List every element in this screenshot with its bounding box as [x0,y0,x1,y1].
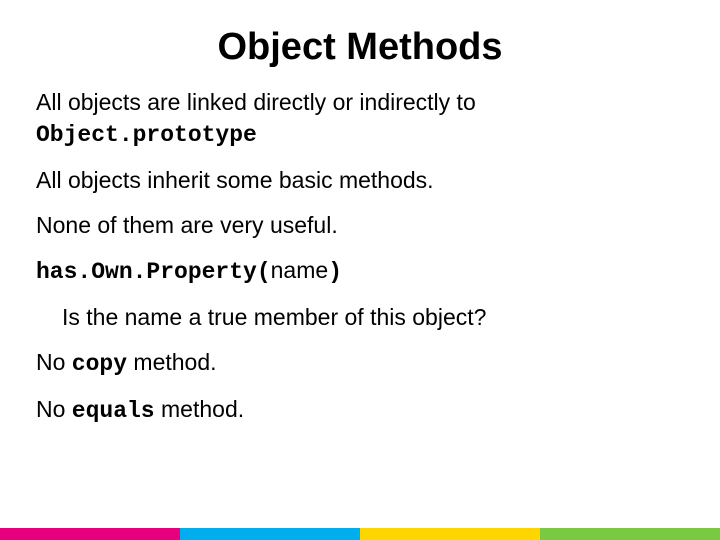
text-no-copy-b: method. [127,349,217,375]
text-no-equals-a: No [36,396,72,422]
accent-bar-yellow [360,528,540,540]
paragraph-no-equals: No equals method. [36,394,684,427]
slide: Object Methods All objects are linked di… [0,0,720,540]
paragraph-hasownproperty: has.Own.Property(name) [36,255,684,288]
code-object-prototype: Object.prototype [36,122,257,148]
slide-title: Object Methods [0,0,720,87]
code-copy: copy [72,351,127,377]
code-hasownproperty: has.Own.Property( [36,259,271,285]
text-no-equals-b: method. [155,396,245,422]
code-close-paren: ) [328,259,342,285]
text-no-copy-a: No [36,349,72,375]
accent-bar [0,528,720,540]
slide-body: All objects are linked directly or indir… [0,87,720,427]
code-equals: equals [72,398,155,424]
paragraph-linked: All objects are linked directly or indir… [36,87,684,151]
accent-bar-green [540,528,720,540]
paragraph-not-useful: None of them are very useful. [36,210,684,241]
paragraph-no-copy: No copy method. [36,347,684,380]
accent-bar-cyan [180,528,360,540]
paragraph-inherit: All objects inherit some basic methods. [36,165,684,196]
accent-bar-pink [0,528,180,540]
paragraph-true-member: Is the name a true member of this object… [36,302,684,333]
text-linked-intro: All objects are linked directly or indir… [36,89,476,115]
text-name-arg: name [271,257,329,283]
